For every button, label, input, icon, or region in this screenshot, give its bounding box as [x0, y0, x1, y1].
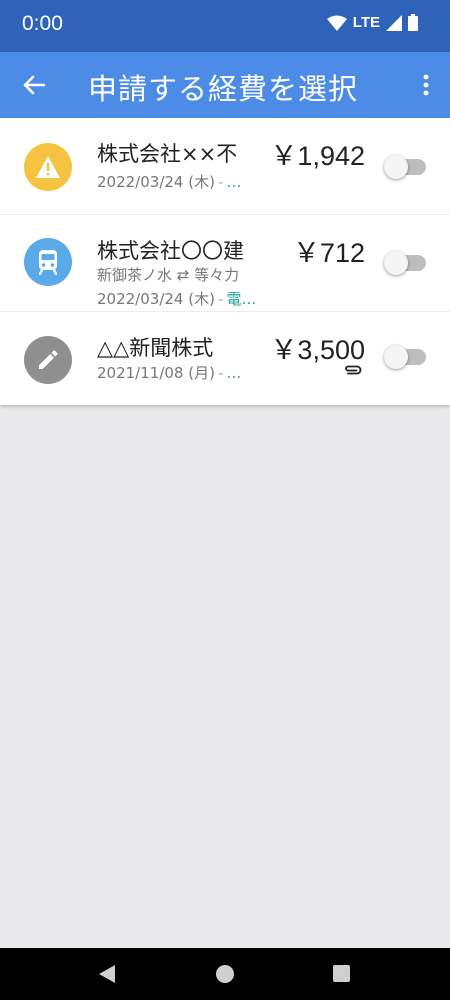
- nav-home-icon[interactable]: [216, 965, 234, 983]
- system-nav-bar: [0, 948, 450, 1000]
- signal-icon: [386, 14, 402, 31]
- select-toggle[interactable]: [384, 345, 426, 369]
- more-options-button[interactable]: [416, 71, 436, 99]
- expense-date-line: 2022/03/24 (木) - 電…: [97, 288, 256, 309]
- expense-category: …: [226, 364, 242, 382]
- expense-item[interactable]: 株式会社××不 ￥1,942 2022/03/24 (木) -…: [0, 118, 450, 215]
- separator: -: [217, 173, 224, 191]
- warning-icon: [36, 156, 60, 178]
- app-bar: 申請する経費を選択: [0, 52, 450, 118]
- attachment-icon: [345, 365, 362, 375]
- expense-date-line: 2021/11/08 (月) -…: [97, 362, 241, 383]
- expense-date-line: 2022/03/24 (木) -…: [97, 171, 241, 192]
- expense-item[interactable]: 株式会社〇〇建 ￥712 新御茶ノ水 ⇄ 等々力 2022/03/24 (木) -…: [0, 215, 450, 312]
- toggle-knob: [384, 251, 408, 275]
- warning-avatar: [24, 143, 72, 191]
- network-type: LTE: [352, 14, 380, 31]
- vendor-name: 株式会社〇〇建: [97, 239, 244, 263]
- expense-amount: ￥3,500: [270, 335, 365, 365]
- battery-icon: [408, 14, 418, 31]
- pencil-icon: [39, 350, 58, 369]
- wifi-icon: [326, 15, 347, 31]
- vendor-name: 株式会社××不: [97, 142, 238, 166]
- status-time: 0:00: [22, 12, 63, 35]
- toggle-knob: [384, 345, 408, 369]
- train-icon: [38, 250, 58, 275]
- select-toggle[interactable]: [384, 155, 426, 179]
- arrow-left-icon: [23, 75, 45, 95]
- train-avatar: [24, 238, 72, 286]
- expense-category: …: [226, 173, 242, 191]
- nav-recents-icon[interactable]: [333, 965, 350, 982]
- memo-avatar: [24, 336, 72, 384]
- expense-item[interactable]: △△新聞株式 ￥3,500 2021/11/08 (月) -…: [0, 312, 450, 405]
- select-toggle[interactable]: [384, 251, 426, 275]
- expense-amount: ￥712: [292, 238, 365, 268]
- page-title: 申請する経費を選択: [88, 72, 359, 106]
- route: 新御茶ノ水 ⇄ 等々力: [97, 266, 240, 284]
- separator: -: [217, 290, 224, 308]
- expense-list: 株式会社××不 ￥1,942 2022/03/24 (木) -… 株式会社〇〇建 …: [0, 118, 450, 405]
- status-bar: 0:00 LTE: [0, 0, 450, 52]
- more-vert-icon: [423, 74, 429, 96]
- expense-category: 電…: [226, 290, 257, 308]
- separator: -: [217, 364, 224, 382]
- expense-date: 2022/03/24 (木): [97, 173, 215, 191]
- nav-back-icon[interactable]: [98, 964, 116, 984]
- back-button[interactable]: [20, 71, 48, 99]
- expense-date: 2021/11/08 (月): [97, 364, 215, 382]
- status-icons: LTE: [326, 14, 418, 31]
- expense-date: 2022/03/24 (木): [97, 290, 215, 308]
- toggle-knob: [384, 155, 408, 179]
- vendor-name: △△新聞株式: [97, 336, 214, 360]
- expense-amount: ￥1,942: [270, 141, 365, 171]
